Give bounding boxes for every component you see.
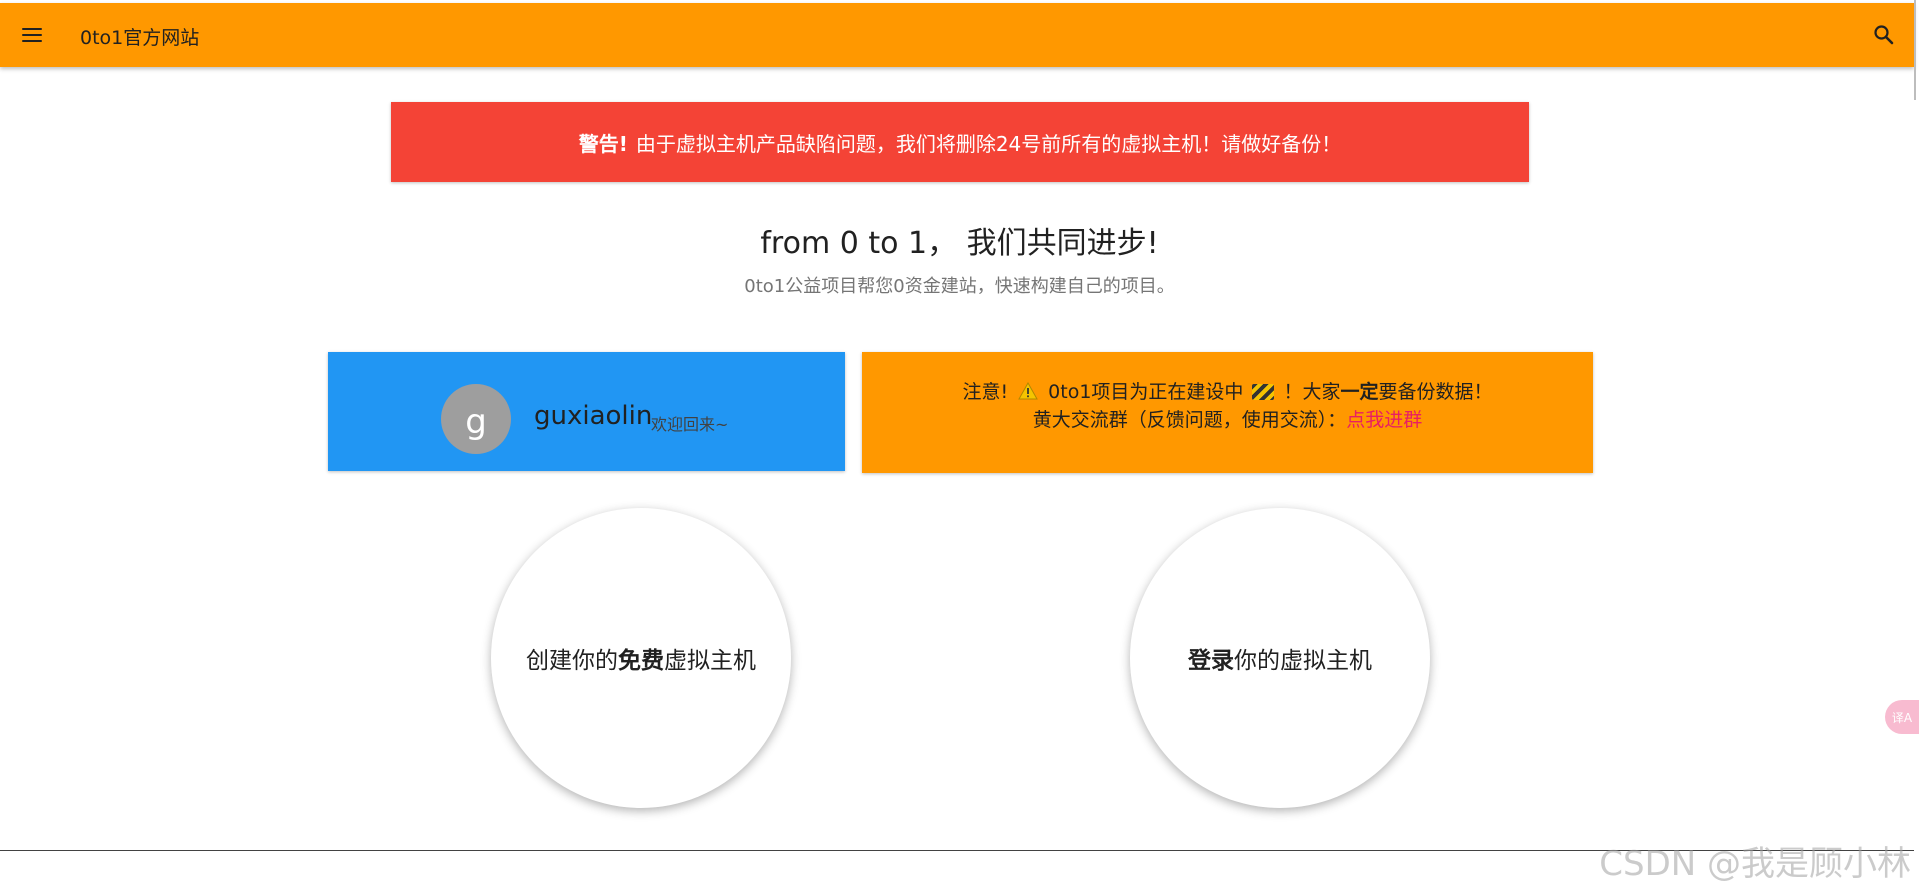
avatar[interactable]: g <box>441 384 511 454</box>
login-label-post: 你的虚拟主机 <box>1234 648 1372 674</box>
notice-line-1: 注意! 0to1项目为正在建设中 ！大家一定要备份数据！ <box>962 378 1492 406</box>
watermark: CSDN @我是顾小林 <box>1599 844 1911 884</box>
construction-icon <box>1252 383 1275 400</box>
site-title[interactable]: 0to1官方网站 <box>80 23 199 50</box>
user-card: g guxiaolin 欢迎回来~ <box>328 352 845 471</box>
hero-title: from 0 to 1， 我们共同进步! <box>760 226 1159 261</box>
create-free-host-button[interactable]: 创建你的 免费 虚拟主机 <box>491 508 791 808</box>
welcome-text: 欢迎回来~ <box>651 415 729 434</box>
login-label-bold: 登录 <box>1188 648 1234 674</box>
login-host-button[interactable]: 登录 你的虚拟主机 <box>1130 508 1430 808</box>
warning-icon <box>1018 380 1038 399</box>
translate-icon[interactable]: 译A <box>1885 700 1919 734</box>
notice-text-bold: 一定 <box>1340 380 1379 403</box>
warning-banner: 警告! 由于虚拟主机产品缺陷问题，我们将删除24号前所有的虚拟主机！请做好备份！ <box>391 102 1529 182</box>
search-icon[interactable] <box>1870 21 1898 49</box>
notice-text-c: 要备份数据！ <box>1378 380 1493 403</box>
page: 0to1官方网站 警告! 由于虚拟主机产品缺陷问题，我们将删除24号前所有的虚拟… <box>0 0 1919 889</box>
menu-icon[interactable] <box>18 21 46 49</box>
notice-text-a: 0to1项目为正在建设中 <box>1048 380 1244 403</box>
warning-text: 由于虚拟主机产品缺陷问题，我们将删除24号前所有的虚拟主机！请做好备份！ <box>635 131 1342 156</box>
notice-group-text: 黄大交流群（反馈问题，使用交流）： <box>1032 408 1347 431</box>
create-label-post: 虚拟主机 <box>664 648 756 674</box>
notice-card: 注意! 0to1项目为正在建设中 ！大家一定要备份数据！ 黄大交流群（反馈问题，… <box>862 352 1593 473</box>
hero-subtitle: 0to1公益项目帮您0资金建站，快速构建自己的项目。 <box>744 276 1175 297</box>
notice-text-b: ！大家 <box>1283 380 1341 403</box>
username: guxiaolin <box>534 401 653 431</box>
top-app-bar: 0to1官方网站 <box>0 3 1914 67</box>
scrollbar[interactable] <box>1914 0 1916 100</box>
create-label-bold: 免费 <box>618 648 664 674</box>
notice-line-2: 黄大交流群（反馈问题，使用交流）：点我进群 <box>1033 406 1423 434</box>
notice-prefix: 注意! <box>962 380 1009 403</box>
warning-label: 警告! <box>578 131 628 156</box>
create-label-pre: 创建你的 <box>526 648 618 674</box>
join-group-link[interactable]: 点我进群 <box>1346 409 1422 431</box>
